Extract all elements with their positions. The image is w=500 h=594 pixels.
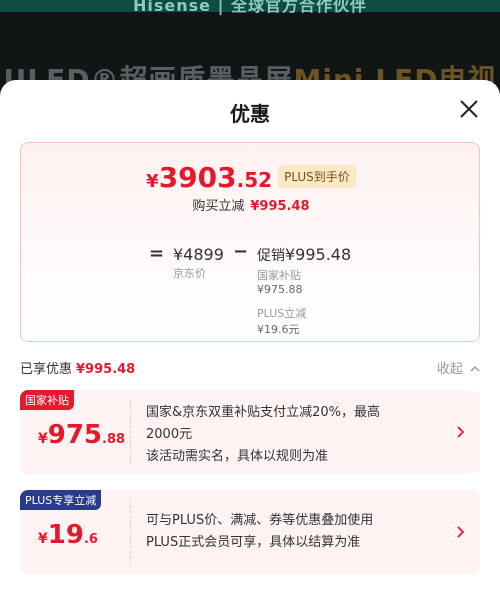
national-subsidy-coupon[interactable]: 国家补贴 ¥975.88 国家&京东双重补贴支付立减20%，最高 2000元 该…	[20, 390, 480, 474]
promo-label: 促销	[257, 248, 285, 264]
coupon-desc-line: 国家&京东双重补贴支付立减20%，最高	[146, 405, 381, 420]
chevron-right-icon	[457, 426, 465, 438]
final-price: ¥3903.52	[146, 161, 272, 194]
price-summary-card: ¥3903.52 PLUS到手价 购买立减 ¥995.48 = ¥4899 京东价…	[20, 142, 480, 342]
discount-sheet: 优惠 ¥3903.52 PLUS到手价 购买立减 ¥995.48 = ¥4899 …	[0, 80, 500, 594]
promo-total: 促销¥995.48	[257, 245, 351, 265]
coupon-amount: ¥975.88	[38, 420, 125, 450]
coupon-desc-line: 2000元	[146, 427, 193, 442]
coupon-tag: 国家补贴	[20, 390, 74, 410]
chevron-up-icon	[470, 365, 480, 372]
final-price-decimal: .52	[236, 168, 273, 192]
collapse-label: 收起	[436, 362, 463, 377]
national-subsidy-value: ¥975.88	[257, 283, 303, 296]
coupon-amount-integer: 975	[47, 420, 103, 450]
enjoyed-discount: 已享优惠 ¥995.48	[20, 358, 135, 377]
enjoyed-discount-amount: ¥995.48	[76, 362, 136, 377]
minus-sign: −	[233, 241, 249, 262]
purchase-discount-amount: ¥995.48	[250, 199, 310, 214]
national-subsidy-label: 国家补贴	[257, 269, 301, 282]
coupon-divider	[130, 500, 131, 564]
final-price-currency: ¥	[146, 171, 159, 192]
coupon-amount-decimal: .88	[102, 432, 126, 447]
final-price-row: ¥3903.52 PLUS到手价	[21, 161, 481, 194]
plus-price-badge: PLUS到手价	[278, 165, 356, 188]
coupon-amount-integer: 19	[47, 520, 84, 550]
coupon-amount-currency: ¥	[38, 531, 48, 547]
promo-amount: ¥995.48	[285, 245, 352, 264]
purchase-discount-row: 购买立减 ¥995.48	[21, 195, 481, 214]
coupon-desc-line: 该活动需实名，具体以规则为准	[146, 449, 329, 464]
chevron-right-icon	[457, 526, 465, 538]
banner-brand-text: Hisense | 全球官方合作伙伴	[132, 0, 367, 15]
final-price-integer: 3903	[158, 161, 237, 194]
coupon-amount-currency: ¥	[38, 431, 48, 447]
coupon-desc-line: PLUS正式会员可享，具体以结算为准	[146, 535, 361, 550]
coupon-amount-decimal: .6	[83, 532, 98, 547]
jd-price-label: 京东价	[173, 267, 206, 280]
equals-sign: =	[149, 243, 165, 264]
enjoyed-discount-label: 已享优惠	[20, 362, 73, 377]
collapse-toggle[interactable]: 收起	[437, 358, 480, 377]
plus-discount-coupon[interactable]: PLUS专享立减 ¥19.6 可与PLUS价、满减、券等优惠叠加使用 PLUS正…	[20, 490, 480, 574]
coupon-desc-line: 可与PLUS价、满减、券等优惠叠加使用	[146, 513, 374, 528]
plus-discount-label: PLUS立减	[257, 307, 307, 320]
plus-discount-value: ¥19.6元	[257, 323, 300, 336]
purchase-discount-label: 购买立减	[192, 199, 245, 214]
coupon-divider	[130, 400, 131, 464]
coupon-description: 国家&京东双重补贴支付立减20%，最高 2000元 该活动需实名，具体以规则为准	[146, 402, 446, 468]
coupon-tag: PLUS专享立减	[20, 490, 102, 510]
coupon-description: 可与PLUS价、满减、券等优惠叠加使用 PLUS正式会员可享，具体以结算为准	[146, 510, 446, 554]
sheet-title: 优惠	[230, 102, 270, 126]
price-breakdown: = ¥4899 京东价 − 促销¥995.48 国家补贴 ¥975.88 PLU…	[21, 239, 481, 339]
coupon-amount: ¥19.6	[38, 520, 98, 550]
jd-price-value: ¥4899	[173, 245, 224, 264]
close-icon[interactable]	[458, 98, 480, 120]
